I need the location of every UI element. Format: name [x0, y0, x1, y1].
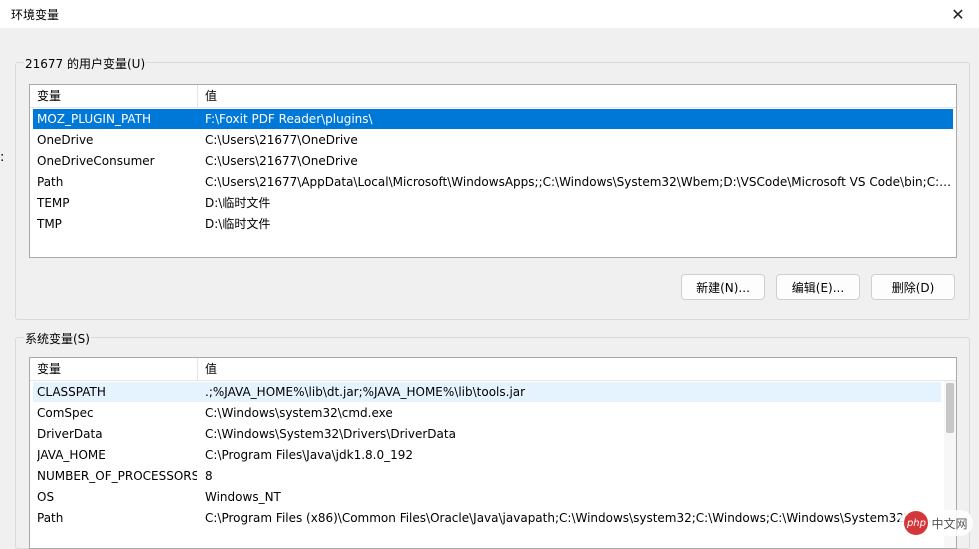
variable-name-cell: MOZ_PLUGIN_PATH: [37, 112, 152, 126]
table-row[interactable]: OS Windows_NT: [33, 487, 941, 507]
variable-value-cell: F:\Foxit PDF Reader\plugins\: [205, 112, 373, 126]
column-header-value[interactable]: 值: [198, 85, 217, 107]
user-variables-list[interactable]: 变量 值 MOZ_PLUGIN_PATH F:\Foxit PDF Reader\…: [29, 84, 957, 258]
variable-name-cell: NUMBER_OF_PROCESSORS: [37, 469, 197, 483]
variable-name-cell: OneDrive: [37, 133, 94, 147]
variable-value-cell: C:\Users\21677\OneDrive: [205, 154, 358, 168]
variable-value-cell: D:\临时文件: [205, 217, 271, 231]
variable-name-cell: DriverData: [37, 427, 103, 441]
variable-value-cell: C:\Windows\system32\cmd.exe: [205, 406, 393, 420]
table-row[interactable]: Path C:\Program Files (x86)\Common Files\…: [33, 508, 941, 528]
variable-value-cell: C:\Users\21677\OneDrive: [205, 133, 358, 147]
table-row[interactable]: CLASSPATH .;%JAVA_HOME%\lib\dt.jar;%JAVA_…: [33, 382, 941, 402]
variable-name-cell: Path: [37, 511, 64, 525]
variable-name-cell: CLASSPATH: [37, 385, 106, 399]
table-row[interactable]: OneDrive C:\Users\21677\OneDrive: [33, 130, 953, 150]
title-bar: 环境变量 ✕: [0, 0, 979, 28]
variable-value-cell: 8: [205, 469, 213, 483]
column-header-value[interactable]: 值: [198, 358, 217, 380]
column-header-variable[interactable]: 变量: [30, 85, 198, 107]
scrollbar-thumb[interactable]: [946, 383, 954, 433]
variable-value-cell: C:\Program Files\Java\jdk1.8.0_192: [205, 448, 414, 462]
watermark-text: 中文网: [931, 516, 968, 531]
table-row[interactable]: MOZ_PLUGIN_PATH F:\Foxit PDF Reader\plugi…: [33, 109, 953, 129]
system-variables-label: 系统变量(S): [24, 330, 91, 347]
table-row[interactable]: TEMP D:\临时文件: [33, 193, 953, 213]
variable-name-cell: OneDriveConsumer: [37, 154, 155, 168]
variable-value-cell: C:\Users\21677\AppData\Local\Microsoft\W…: [205, 175, 953, 189]
edit-user-variable-button[interactable]: 编辑(E)...: [776, 274, 860, 300]
table-row[interactable]: ComSpec C:\Windows\system32\cmd.exe: [33, 403, 941, 423]
variable-name-cell: OS: [37, 490, 55, 504]
column-header-variable[interactable]: 变量: [30, 358, 198, 380]
variable-value-cell: C:\Program Files (x86)\Common Files\Orac…: [205, 511, 941, 525]
variable-value-cell: D:\临时文件: [205, 196, 271, 210]
list-header: 变量 值: [30, 358, 956, 381]
variable-name-cell: TMP: [37, 217, 62, 231]
php-logo-icon: php: [904, 511, 929, 535]
variable-name-cell: JAVA_HOME: [37, 448, 106, 462]
close-icon[interactable]: ✕: [937, 0, 979, 28]
table-row[interactable]: NUMBER_OF_PROCESSORS 8: [33, 466, 941, 486]
system-variables-list[interactable]: 变量 值 CLASSPATH .;%JAVA_HOME%\lib\dt.jar;%…: [29, 357, 957, 549]
table-row[interactable]: JAVA_HOME C:\Program Files\Java\jdk1.8.0_…: [33, 445, 941, 465]
variable-name-cell: ComSpec: [37, 406, 94, 420]
variable-value-cell: Windows_NT: [205, 490, 281, 504]
user-variables-label: 21677 的用户变量(U): [24, 55, 147, 72]
table-row[interactable]: DriverData C:\Windows\System32\Drivers\Dr…: [33, 424, 941, 444]
table-row[interactable]: TMP D:\临时文件: [33, 214, 953, 234]
site-watermark: php 中文网: [899, 510, 973, 536]
table-row[interactable]: Path C:\Users\21677\AppData\Local\Microso…: [33, 172, 953, 192]
window-title: 环境变量: [11, 8, 60, 22]
variable-name-cell: TEMP: [37, 196, 70, 210]
variable-name-cell: Path: [37, 175, 64, 189]
table-row[interactable]: OneDriveConsumer C:\Users\21677\OneDrive: [33, 151, 953, 171]
variable-value-cell: .;%JAVA_HOME%\lib\dt.jar;%JAVA_HOME%\lib…: [205, 385, 526, 399]
variable-value-cell: C:\Windows\System32\Drivers\DriverData: [205, 427, 456, 441]
new-user-variable-button[interactable]: 新建(N)...: [681, 274, 765, 300]
delete-user-variable-button[interactable]: 删除(D): [871, 274, 955, 300]
background-window-edge: :: [0, 150, 5, 165]
list-header: 变量 值: [30, 85, 956, 108]
